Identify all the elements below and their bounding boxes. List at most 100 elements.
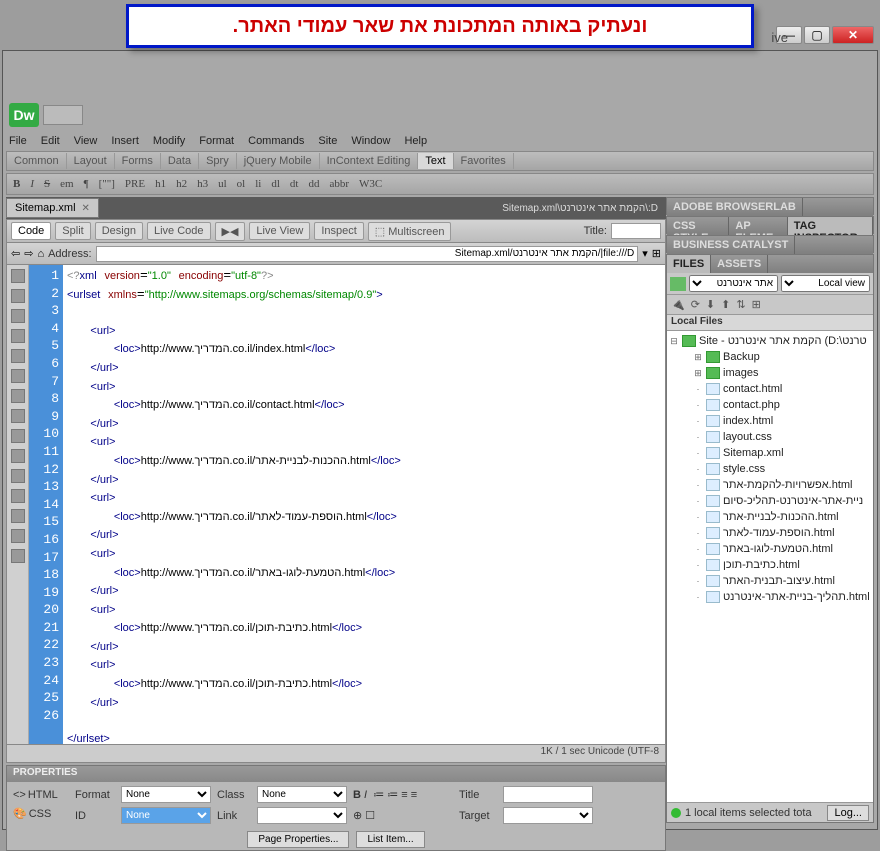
- insert-jquery[interactable]: jQuery Mobile: [237, 153, 320, 169]
- menu-file[interactable]: File: [9, 135, 27, 147]
- tag-inspector-tab[interactable]: TAG INSPECTOR: [788, 217, 873, 235]
- tree-item[interactable]: ·עיצוב-תבנית-האתר.html: [669, 573, 871, 589]
- tree-item[interactable]: ·index.html: [669, 413, 871, 429]
- expand-icon[interactable]: ⊞: [752, 298, 761, 311]
- css-styles-tab[interactable]: CSS STYLE: [667, 217, 729, 235]
- get-icon[interactable]: ⬇: [706, 298, 715, 311]
- menu-help[interactable]: Help: [404, 135, 427, 147]
- tree-item[interactable]: ·contact.php: [669, 397, 871, 413]
- view-code-button[interactable]: Code: [11, 222, 51, 240]
- tool-icon[interactable]: [11, 289, 25, 303]
- multiscreen-button[interactable]: ⬚ Multiscreen: [368, 222, 452, 241]
- tool-icon[interactable]: [11, 329, 25, 343]
- tree-item[interactable]: ⊞images: [669, 365, 871, 381]
- live-view-button[interactable]: Live View: [249, 222, 310, 240]
- list-item-button[interactable]: List Item...: [356, 831, 424, 848]
- menu-commands[interactable]: Commands: [248, 135, 304, 147]
- fmt-dt[interactable]: dt: [290, 178, 299, 190]
- connect-icon[interactable]: 🔌: [671, 298, 685, 311]
- insert-layout[interactable]: Layout: [67, 153, 115, 169]
- page-properties-button[interactable]: Page Properties...: [247, 831, 349, 848]
- insert-incontext[interactable]: InContext Editing: [320, 153, 419, 169]
- link-select[interactable]: [257, 807, 347, 824]
- layout-selector[interactable]: [43, 105, 83, 125]
- insert-data[interactable]: Data: [161, 153, 199, 169]
- nav-icon[interactable]: ⇦: [11, 247, 20, 260]
- menu-modify[interactable]: Modify: [153, 135, 185, 147]
- sync-icon[interactable]: ⇅: [736, 298, 745, 311]
- tool-icon[interactable]: [11, 469, 25, 483]
- nav-icon-2[interactable]: ⇨: [24, 247, 33, 260]
- address-input[interactable]: [96, 246, 639, 262]
- props-html-tab[interactable]: <> HTML: [11, 786, 67, 804]
- tree-item[interactable]: ·אפשרויות-להקמת-אתר.html: [669, 477, 871, 493]
- fmt-li[interactable]: li: [255, 178, 261, 190]
- fmt-dl[interactable]: dl: [271, 178, 280, 190]
- class-select[interactable]: None: [257, 786, 347, 803]
- tree-item[interactable]: ·תהליך-בניית-אתר-אינטרנט.html: [669, 589, 871, 605]
- tool-icon[interactable]: [11, 509, 25, 523]
- fmt-bold[interactable]: B: [13, 178, 20, 190]
- tree-item[interactable]: ⊞Backup: [669, 349, 871, 365]
- insert-common[interactable]: Common: [7, 153, 67, 169]
- code-editor[interactable]: 1234567891011121314151617181920212223242…: [6, 265, 666, 745]
- fmt-ul[interactable]: ul: [218, 178, 227, 190]
- app-logo[interactable]: Dw: [9, 103, 39, 127]
- fmt-h1[interactable]: h1: [155, 178, 166, 190]
- target-select[interactable]: [503, 807, 593, 824]
- properties-header[interactable]: PROPERTIES: [7, 766, 665, 782]
- text-format-icons[interactable]: B I ≔ ≔ ≡ ≡: [353, 788, 453, 801]
- ap-elements-tab[interactable]: AP ELEME: [729, 217, 787, 235]
- maximize-button[interactable]: ▢: [804, 26, 830, 44]
- fmt-para[interactable]: ¶: [84, 178, 89, 190]
- assets-tab[interactable]: ASSETS: [711, 255, 768, 273]
- title-input[interactable]: [611, 223, 661, 239]
- link-icons[interactable]: ⊕ ☐: [353, 809, 453, 822]
- tool-icon[interactable]: [11, 529, 25, 543]
- fmt-strike[interactable]: S: [44, 178, 50, 190]
- log-button[interactable]: Log...: [827, 805, 869, 821]
- view-design-button[interactable]: Design: [95, 222, 143, 240]
- code-content[interactable]: <?xml version="1.0" encoding="utf-8"?> <…: [63, 265, 665, 744]
- menu-view[interactable]: View: [74, 135, 98, 147]
- insert-favorites[interactable]: Favorites: [454, 153, 514, 169]
- inspect-button[interactable]: Inspect: [314, 222, 363, 240]
- tool-icon[interactable]: [11, 269, 25, 283]
- fmt-blockquote[interactable]: [""]: [99, 178, 115, 190]
- tool-icon[interactable]: [11, 369, 25, 383]
- tree-item[interactable]: ·layout.css: [669, 429, 871, 445]
- tool-icon[interactable]: [11, 389, 25, 403]
- id-select[interactable]: None: [121, 807, 211, 824]
- insert-text[interactable]: Text: [418, 153, 453, 169]
- tree-item[interactable]: ·הטמעת-לוגו-באתר.html: [669, 541, 871, 557]
- menu-site[interactable]: Site: [318, 135, 337, 147]
- tool-icon[interactable]: [11, 349, 25, 363]
- props-css-tab[interactable]: 🎨 CSS: [11, 804, 67, 823]
- view-split-button[interactable]: Split: [55, 222, 90, 240]
- close-tab-icon[interactable]: ✕: [82, 203, 90, 214]
- tree-item[interactable]: ·ניית-אתר-אינטרנט-תהליכ-סיום: [669, 493, 871, 509]
- local-files-header[interactable]: Local Files: [667, 315, 873, 331]
- fmt-em[interactable]: em: [60, 178, 73, 190]
- address-dropdown-icon[interactable]: ▾: [642, 247, 648, 260]
- fmt-abbr[interactable]: abbr: [329, 178, 349, 190]
- insert-forms[interactable]: Forms: [115, 153, 161, 169]
- inspect-toggle-1[interactable]: ▶◀: [215, 222, 246, 241]
- menu-insert[interactable]: Insert: [111, 135, 139, 147]
- fmt-w3c[interactable]: W3C: [359, 178, 382, 190]
- tool-icon[interactable]: [11, 309, 25, 323]
- tool-icon[interactable]: [11, 429, 25, 443]
- format-select[interactable]: None: [121, 786, 211, 803]
- fmt-ol[interactable]: ol: [237, 178, 246, 190]
- menu-format[interactable]: Format: [199, 135, 234, 147]
- file-tree[interactable]: ⊟Site - הקמת אתר אינטרנט (D:\טרנט ⊞Backu…: [667, 331, 873, 802]
- tree-item[interactable]: ·Sitemap.xml: [669, 445, 871, 461]
- menu-edit[interactable]: Edit: [41, 135, 60, 147]
- address-go-icon[interactable]: ⊞: [652, 247, 661, 260]
- refresh-icon[interactable]: ⟳: [691, 298, 700, 311]
- fmt-h2[interactable]: h2: [176, 178, 187, 190]
- tool-icon[interactable]: [11, 489, 25, 503]
- tree-item[interactable]: ·style.css: [669, 461, 871, 477]
- fmt-pre[interactable]: PRE: [125, 178, 145, 190]
- home-icon[interactable]: ⌂: [37, 248, 44, 260]
